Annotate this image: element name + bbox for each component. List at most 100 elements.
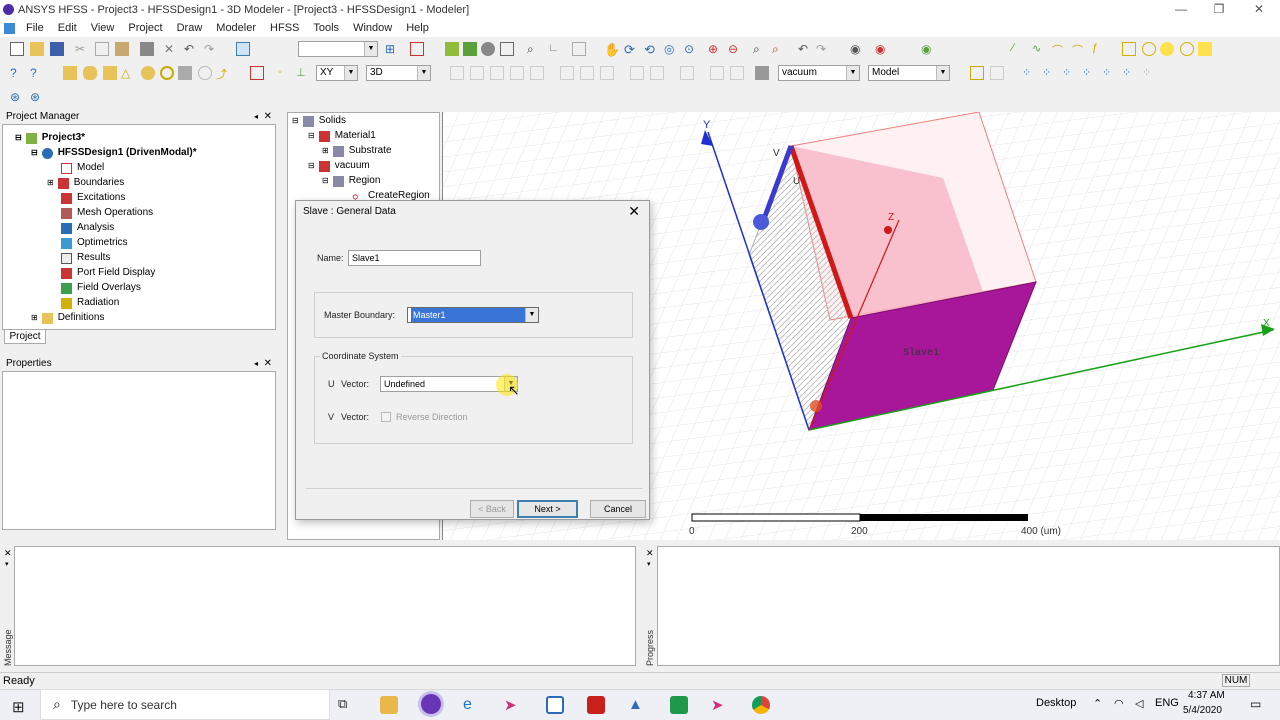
draw-point-icon[interactable]: ⤴: [216, 66, 230, 81]
clock-date[interactable]: 5/4/2020: [1183, 705, 1222, 716]
draw-box-icon[interactable]: [63, 66, 77, 80]
minimize-button[interactable]: —: [1162, 0, 1200, 19]
master-boundary-select[interactable]: Master1 ▼: [407, 307, 539, 323]
draw-line-icon[interactable]: ∕: [1012, 42, 1026, 56]
material-combo[interactable]: vacuum ▼: [778, 65, 860, 81]
paste-icon[interactable]: [115, 42, 129, 56]
plane-combo[interactable]: XY ▼: [316, 65, 358, 81]
taskbar-search[interactable]: ⌕ Type here to search: [40, 689, 330, 720]
mirror-icon[interactable]: [600, 66, 614, 80]
snap-arc-icon[interactable]: ⁘: [1142, 66, 1156, 80]
draw-equation-icon[interactable]: ƒ: [1092, 42, 1106, 56]
draw-regular-polygon-icon[interactable]: [1180, 42, 1194, 56]
chevron-down-icon[interactable]: ▼: [525, 308, 538, 322]
dynamic-zoom-icon[interactable]: ⊙: [684, 42, 698, 56]
tree-field-overlays[interactable]: Field Overlays: [61, 281, 141, 295]
speaker-icon[interactable]: ◁: [1135, 697, 1143, 710]
cancel-button[interactable]: Cancel: [590, 500, 646, 518]
draw-cone-icon[interactable]: △: [121, 66, 135, 80]
edge-browser-icon[interactable]: e: [463, 696, 481, 714]
chevron-up-icon[interactable]: ⌃: [1093, 697, 1102, 710]
help-icon[interactable]: ?: [10, 66, 24, 80]
coordinate-system-icon[interactable]: ⊥: [296, 66, 310, 80]
pin-icon[interactable]: ◂: [254, 110, 258, 124]
matlab-icon[interactable]: ▲: [628, 696, 646, 714]
print-icon[interactable]: [140, 42, 154, 56]
app-arrow-icon[interactable]: ➤: [504, 696, 522, 714]
dialog-close-icon[interactable]: ✕: [628, 203, 640, 220]
fit-icon[interactable]: ⌕: [527, 42, 541, 56]
notification-icon[interactable]: ▭: [1250, 697, 1261, 711]
close-panel-icon[interactable]: ✕: [264, 110, 272, 124]
next-button[interactable]: Next >: [517, 500, 578, 518]
task-view-icon[interactable]: ⧉: [338, 696, 356, 714]
mode-combo[interactable]: 3D ▼: [366, 65, 431, 81]
select-object-icon[interactable]: [236, 42, 250, 56]
close-window-button[interactable]: ✕: [1240, 0, 1278, 19]
measure-icon[interactable]: ⊞: [385, 42, 399, 56]
tree-mesh-operations[interactable]: Mesh Operations: [61, 206, 153, 220]
move-icon[interactable]: [560, 66, 574, 80]
ansys-taskbar-icon[interactable]: [421, 694, 441, 714]
menu-hfss[interactable]: HFSS: [263, 22, 306, 34]
validate-icon[interactable]: [445, 42, 459, 56]
draw-bondwire-icon[interactable]: [198, 66, 212, 80]
report-icon[interactable]: [500, 42, 514, 56]
delete-icon[interactable]: ✕: [164, 42, 178, 56]
maximize-button[interactable]: ❐: [1200, 0, 1238, 19]
redo-icon[interactable]: ↷: [204, 42, 218, 56]
snap-grid-icon[interactable]: ⁘: [1022, 66, 1036, 80]
chrome-icon[interactable]: [752, 696, 770, 714]
zoom-out-icon[interactable]: ⊖: [728, 42, 742, 56]
copy-icon[interactable]: [95, 42, 109, 56]
tree-design[interactable]: ⊟ HFSSDesign1 (DrivenModal)*: [31, 146, 197, 160]
desktop-toolbar[interactable]: Desktop: [1036, 697, 1076, 709]
grid-icon[interactable]: [410, 42, 424, 56]
zoom-in-icon[interactable]: ⊕: [708, 42, 722, 56]
rotate-object-icon[interactable]: [580, 66, 594, 80]
zoom-fit-icon[interactable]: ⌕: [753, 42, 767, 56]
whats-this-icon[interactable]: ?: [30, 66, 44, 80]
snap-vertex-icon[interactable]: ⁘: [1042, 66, 1056, 80]
draw-polyhedron-icon[interactable]: [103, 66, 117, 80]
menu-project[interactable]: Project: [121, 22, 169, 34]
cover-icon[interactable]: [730, 66, 744, 80]
snap-center-icon[interactable]: ⁘: [1102, 66, 1116, 80]
new-file-icon[interactable]: [10, 42, 24, 56]
tree-optimetrics[interactable]: Optimetrics: [61, 236, 128, 250]
pin-icon[interactable]: ◂: [254, 357, 258, 371]
undo-icon[interactable]: ↶: [184, 42, 198, 56]
rotate-icon[interactable]: ⟳: [624, 42, 638, 57]
selection-filter-combo[interactable]: ▼: [298, 41, 378, 57]
save-icon[interactable]: [50, 42, 64, 56]
tree-model[interactable]: Model: [61, 161, 104, 175]
draw-arc2-icon[interactable]: ⌒: [1072, 42, 1086, 57]
tree-port-field-display[interactable]: Port Field Display: [61, 266, 155, 280]
tree-region[interactable]: ⊟ Region: [322, 174, 380, 188]
zoom-selected-icon[interactable]: ⌕: [772, 42, 786, 56]
tree-project[interactable]: ⊟ Project3*: [15, 131, 85, 145]
duplicate-icon[interactable]: [630, 66, 644, 80]
hfss-icon[interactable]: ⊛: [10, 90, 24, 104]
snap-quadrant-icon[interactable]: ⁘: [1122, 66, 1136, 80]
tree-solids[interactable]: ⊟ Solids: [292, 114, 346, 128]
app-arrow2-icon[interactable]: ➤: [711, 696, 729, 714]
unite-icon[interactable]: [450, 66, 464, 80]
orbit-icon[interactable]: ◎: [664, 42, 678, 56]
draw-ellipse-icon[interactable]: [1160, 42, 1174, 56]
analyze-icon[interactable]: [463, 42, 477, 56]
reverse-direction-checkbox[interactable]: [381, 412, 391, 422]
imprint-icon[interactable]: [530, 66, 544, 80]
menu-modeler[interactable]: Modeler: [209, 22, 263, 34]
menu-file[interactable]: File: [19, 22, 51, 34]
file-explorer-icon[interactable]: [380, 696, 398, 714]
edge-icon[interactable]: ∟: [548, 42, 562, 56]
close-panel-icon[interactable]: ✕: [264, 357, 272, 371]
grid-settings-icon[interactable]: [970, 66, 984, 80]
hfss-ie-icon[interactable]: ⊛: [30, 90, 44, 104]
results-icon[interactable]: [481, 42, 495, 56]
sweep-icon[interactable]: [680, 66, 694, 80]
draw-rectangle-icon[interactable]: [1122, 42, 1136, 56]
pan-hand-icon[interactable]: ✋: [604, 42, 620, 57]
name-input[interactable]: Slave1: [348, 250, 481, 266]
